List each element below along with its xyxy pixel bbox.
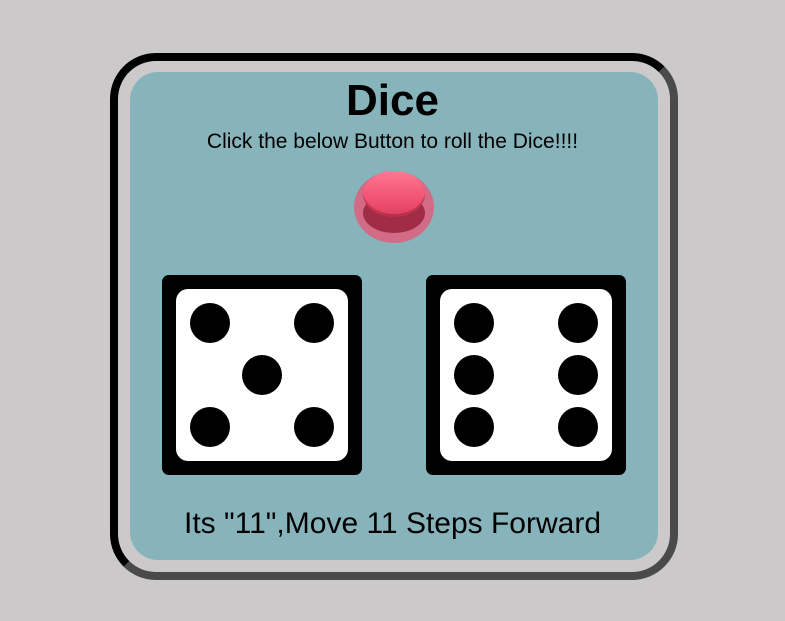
die-2-pip [454,407,494,447]
die-1-pip [190,407,230,447]
die-1-pip [294,407,334,447]
die-1-pip [242,355,282,395]
die-2-pip [558,303,598,343]
die-1-face [176,289,348,461]
result-text: Its "11",Move 11 Steps Forward [183,507,602,540]
die-2 [426,275,626,475]
die-1 [162,275,362,475]
die-2-pip [558,355,598,395]
die-2-pip [454,303,494,343]
die-1-pip [190,303,230,343]
die-2-face [440,289,612,461]
die-2-pip [454,355,494,395]
die-2-pip [558,407,598,447]
instruction-text: Click the below Button to roll the Dice!… [206,130,579,153]
roll-button-cap [363,171,425,217]
die-1-pip [294,303,334,343]
game-title: Dice [346,76,439,125]
roll-button[interactable] [354,171,434,243]
